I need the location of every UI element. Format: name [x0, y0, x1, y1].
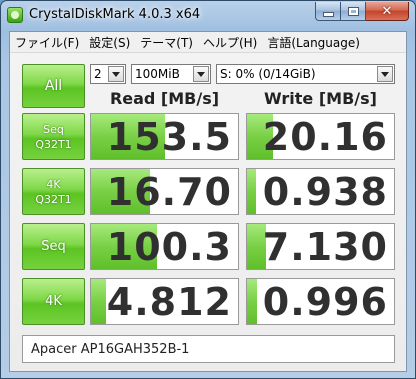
- minimize-icon: [322, 11, 334, 17]
- 4k-write-cell: 0.996: [246, 278, 395, 325]
- size-dropdown-arrow[interactable]: [193, 66, 209, 82]
- seq-button[interactable]: Seq: [22, 223, 85, 270]
- drive-dropdown-arrow[interactable]: [377, 66, 393, 82]
- drive-value: S: 0% (0/14GiB): [220, 67, 316, 81]
- row-label-line2: Q32T1: [35, 137, 72, 151]
- maximize-icon: [347, 6, 359, 16]
- minimize-button[interactable]: [315, 2, 341, 21]
- menu-file[interactable]: ファイル(F): [10, 34, 84, 51]
- title-bar[interactable]: CrystalDiskMark 4.0.3 x64 ✕: [1, 1, 415, 29]
- 4k-write-value: 0.996: [262, 279, 388, 324]
- write-column-header: Write [MB/s]: [264, 89, 377, 108]
- maximize-button[interactable]: [341, 2, 366, 21]
- menu-theme[interactable]: テーマ(T): [135, 34, 198, 51]
- seq-q32t1-write-value: 20.16: [262, 114, 388, 159]
- 4k-read-value: 4.812: [106, 279, 232, 324]
- row-label-line2: Q32T1: [35, 192, 72, 206]
- read-progress-bar: [91, 279, 106, 324]
- row-label-line1: Seq: [43, 122, 64, 136]
- 4k-q32t1-write-value: 0.938: [262, 169, 388, 214]
- close-icon: ✕: [381, 3, 393, 19]
- size-select[interactable]: 100MiB: [131, 64, 211, 84]
- runs-value: 2: [94, 67, 102, 81]
- seq-q32t1-button[interactable]: Seq Q32T1: [22, 113, 85, 160]
- window-title: CrystalDiskMark 4.0.3 x64: [29, 7, 201, 22]
- drive-model-field[interactable]: Apacer AP16GAH352B-1: [22, 335, 395, 363]
- run-all-button[interactable]: All: [22, 64, 85, 108]
- drive-select[interactable]: S: 0% (0/14GiB): [216, 64, 395, 84]
- seq-write-cell: 7.130: [246, 223, 395, 270]
- seq-read-value: 100.3: [106, 224, 232, 269]
- 4k-q32t1-read-value: 16.70: [106, 169, 232, 214]
- seq-write-value: 7.130: [262, 224, 388, 269]
- seq-q32t1-write-cell: 20.16: [246, 113, 395, 160]
- chevron-down-icon: [381, 71, 389, 77]
- row-label-line1: 4K: [46, 177, 61, 191]
- seq-q32t1-read-cell: 153.5: [90, 113, 239, 160]
- size-value: 100MiB: [135, 67, 180, 81]
- seq-read-cell: 100.3: [90, 223, 239, 270]
- crystaldiskmark-app-icon[interactable]: [7, 7, 23, 23]
- 4k-q32t1-read-cell: 16.70: [90, 168, 239, 215]
- app-window: CrystalDiskMark 4.0.3 x64 ✕ ファイル(F) 設定(S…: [0, 0, 416, 379]
- runs-select[interactable]: 2: [90, 64, 126, 84]
- chevron-down-icon: [112, 71, 120, 77]
- write-progress-bar: [247, 279, 258, 324]
- caption-buttons: ✕: [315, 2, 409, 21]
- menu-settings[interactable]: 設定(S): [84, 34, 135, 51]
- runs-dropdown-arrow[interactable]: [108, 66, 124, 82]
- client-area: ファイル(F) 設定(S) テーマ(T) ヘルプ(H) 言語(Language)…: [9, 31, 407, 372]
- close-button[interactable]: ✕: [366, 2, 409, 21]
- chevron-down-icon: [197, 71, 205, 77]
- menu-help[interactable]: ヘルプ(H): [198, 34, 262, 51]
- menu-language[interactable]: 言語(Language): [262, 34, 365, 51]
- row-label-line1: Seq: [41, 239, 66, 254]
- seq-q32t1-read-value: 153.5: [106, 114, 232, 159]
- 4k-button[interactable]: 4K: [22, 278, 85, 325]
- read-column-header: Read [MB/s]: [109, 89, 220, 108]
- menu-bar: ファイル(F) 設定(S) テーマ(T) ヘルプ(H) 言語(Language): [10, 32, 406, 53]
- row-label-line1: 4K: [45, 294, 62, 309]
- 4k-q32t1-write-cell: 0.938: [246, 168, 395, 215]
- 4k-q32t1-button[interactable]: 4K Q32T1: [22, 168, 85, 215]
- write-progress-bar: [247, 169, 256, 214]
- benchmark-panel: All 2 100MiB S: 0% (0/14GiB) Read [MB/s]…: [10, 53, 406, 371]
- 4k-read-cell: 4.812: [90, 278, 239, 325]
